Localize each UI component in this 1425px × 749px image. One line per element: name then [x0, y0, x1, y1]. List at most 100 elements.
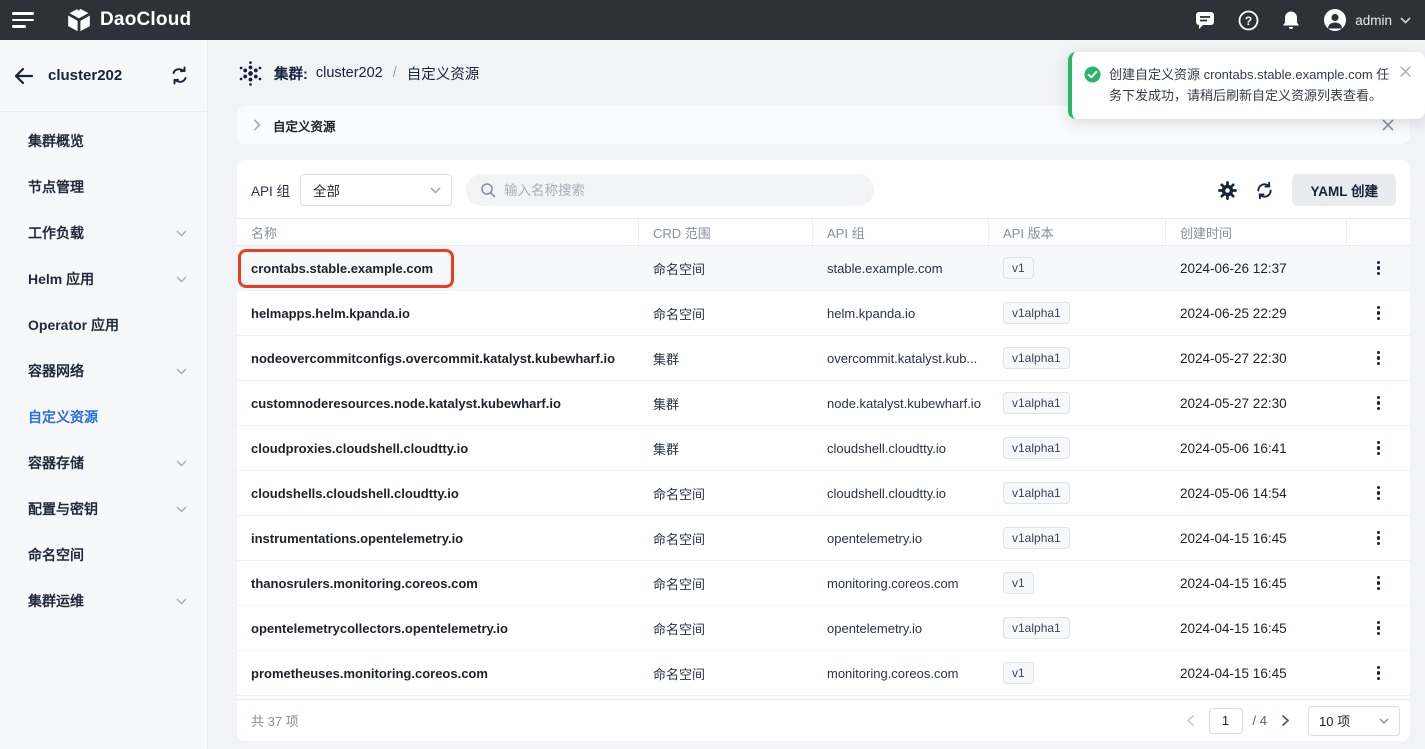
tab-label[interactable]: 自定义资源: [273, 116, 336, 135]
avatar: [1323, 8, 1347, 32]
crd-name-cell[interactable]: opentelemetrycollectors.opentelemetry.io: [237, 606, 639, 650]
column-header-api-group[interactable]: API 组: [813, 219, 989, 245]
created-time-cell: 2024-04-15 16:45: [1166, 606, 1347, 650]
api-group-cell: opentelemetry.io: [813, 606, 989, 650]
kebab-menu-icon[interactable]: [1371, 662, 1386, 685]
breadcrumb-current: 自定义资源: [407, 63, 480, 84]
sidebar-item-2[interactable]: 工作负载: [0, 210, 207, 256]
sidebar-item-label: 集群概览: [28, 131, 84, 151]
back-arrow-icon[interactable]: [14, 67, 34, 85]
sidebar-item-5[interactable]: 容器网络: [0, 348, 207, 394]
kebab-menu-icon[interactable]: [1371, 527, 1386, 550]
hamburger-menu-icon[interactable]: [12, 12, 34, 28]
kebab-menu-icon[interactable]: [1371, 437, 1386, 460]
crd-name-cell[interactable]: customnoderesources.node.katalyst.kubewh…: [237, 381, 639, 425]
kebab-menu-icon[interactable]: [1371, 347, 1386, 370]
table-row: helmapps.helm.kpanda.io命名空间helm.kpanda.i…: [237, 291, 1410, 336]
api-group-cell: monitoring.coreos.com: [813, 561, 989, 605]
kebab-menu-icon[interactable]: [1371, 482, 1386, 505]
chevron-down-icon: [176, 230, 187, 237]
chevron-right-icon[interactable]: [253, 119, 261, 131]
messages-icon[interactable]: [1194, 10, 1216, 30]
chevron-down-icon: [176, 506, 187, 513]
kebab-menu-icon[interactable]: [1371, 302, 1386, 325]
crd-name-cell[interactable]: helmapps.helm.kpanda.io: [237, 291, 639, 335]
api-version-cell: v1alpha1: [989, 426, 1166, 470]
version-badge: v1: [1003, 662, 1034, 684]
kebab-menu-icon[interactable]: [1371, 617, 1386, 640]
sidebar-item-9[interactable]: 命名空间: [0, 532, 207, 578]
cluster-dots-icon: [237, 60, 264, 87]
kebab-menu-icon[interactable]: [1371, 257, 1386, 280]
table-header-row: 名称 CRD 范围 API 组 API 版本 创建时间: [237, 218, 1410, 246]
crd-scope-cell: 命名空间: [639, 291, 813, 335]
sidebar-item-4[interactable]: Operator 应用: [0, 302, 207, 348]
brand-logo[interactable]: DaoCloud: [66, 7, 191, 33]
settings-gear-icon[interactable]: [1218, 181, 1237, 200]
api-group-selected: 全部: [313, 180, 340, 200]
page-size-select[interactable]: 10 项: [1308, 706, 1400, 736]
api-version-cell: v1: [989, 561, 1166, 605]
breadcrumb-cluster[interactable]: cluster202: [316, 65, 383, 81]
crd-scope-cell: 命名空间: [639, 606, 813, 650]
success-check-icon: [1084, 64, 1101, 107]
row-actions-cell: [1347, 246, 1410, 290]
sidebar-item-3[interactable]: Helm 应用: [0, 256, 207, 302]
username-label: admin: [1355, 13, 1392, 28]
search-input[interactable]: [504, 183, 860, 198]
sidebar-item-1[interactable]: 节点管理: [0, 164, 207, 210]
sidebar-item-8[interactable]: 配置与密钥: [0, 486, 207, 532]
tab-close-icon[interactable]: [1382, 119, 1394, 131]
chevron-down-icon: [176, 276, 187, 283]
yaml-create-button[interactable]: YAML 创建: [1292, 174, 1396, 206]
prev-page-icon[interactable]: [1182, 712, 1199, 729]
sidebar-item-0[interactable]: 集群概览: [0, 118, 207, 164]
version-badge: v1alpha1: [1003, 437, 1070, 459]
row-actions-cell: [1347, 426, 1410, 470]
column-header-created[interactable]: 创建时间: [1166, 219, 1347, 245]
refresh-icon[interactable]: [1255, 181, 1274, 200]
api-group-select[interactable]: 全部: [300, 174, 452, 206]
version-badge: v1alpha1: [1003, 527, 1070, 549]
notifications-bell-icon[interactable]: [1281, 10, 1301, 31]
crd-name-cell[interactable]: nodeovercommitconfigs.overcommit.katalys…: [237, 336, 639, 380]
search-box: [466, 174, 874, 206]
sidebar-item-6[interactable]: 自定义资源: [0, 394, 207, 440]
version-badge: v1alpha1: [1003, 302, 1070, 324]
column-header-api-version[interactable]: API 版本: [989, 219, 1166, 245]
row-actions-cell: [1347, 516, 1410, 560]
api-group-cell: cloudshell.cloudtty.io: [813, 426, 989, 470]
next-page-icon[interactable]: [1277, 712, 1294, 729]
toast-close-icon[interactable]: [1400, 66, 1411, 77]
column-header-scope[interactable]: CRD 范围: [639, 219, 813, 245]
sidebar-item-label: 配置与密钥: [28, 499, 98, 519]
kebab-menu-icon[interactable]: [1371, 572, 1386, 595]
crd-name-cell[interactable]: cloudshells.cloudshell.cloudtty.io: [237, 471, 639, 515]
top-header: DaoCloud ? admin: [0, 0, 1425, 40]
crd-name-cell[interactable]: cloudproxies.cloudshell.cloudtty.io: [237, 426, 639, 470]
kebab-menu-icon[interactable]: [1371, 392, 1386, 415]
help-icon[interactable]: ?: [1238, 10, 1259, 31]
sidebar-item-label: 节点管理: [28, 177, 84, 197]
switch-cluster-icon[interactable]: [170, 66, 189, 85]
crd-scope-cell: 集群: [639, 426, 813, 470]
svg-text:?: ?: [1245, 13, 1252, 27]
created-time-cell: 2024-05-06 16:41: [1166, 426, 1347, 470]
brand-name: DaoCloud: [100, 9, 191, 31]
api-version-cell: v1alpha1: [989, 291, 1166, 335]
main-content: 集群: cluster202 / 自定义资源 自定义资源 API 组 全部: [208, 40, 1425, 749]
sidebar-item-7[interactable]: 容器存储: [0, 440, 207, 486]
page-number-input[interactable]: [1209, 708, 1243, 734]
created-time-cell: 2024-05-27 22:30: [1166, 336, 1347, 380]
crd-name-cell[interactable]: crontabs.stable.example.com: [237, 246, 639, 290]
user-menu[interactable]: admin: [1323, 8, 1411, 32]
sidebar-item-10[interactable]: 集群运维: [0, 578, 207, 624]
row-actions-cell: [1347, 381, 1410, 425]
api-version-cell: v1: [989, 246, 1166, 290]
daocloud-cube-icon: [66, 7, 92, 33]
crd-name-cell[interactable]: instrumentations.opentelemetry.io: [237, 516, 639, 560]
crd-name-cell[interactable]: prometheuses.monitoring.coreos.com: [237, 651, 639, 695]
column-header-name[interactable]: 名称: [237, 219, 639, 245]
created-time-cell: 2024-04-15 16:45: [1166, 561, 1347, 605]
crd-name-cell[interactable]: thanosrulers.monitoring.coreos.com: [237, 561, 639, 605]
